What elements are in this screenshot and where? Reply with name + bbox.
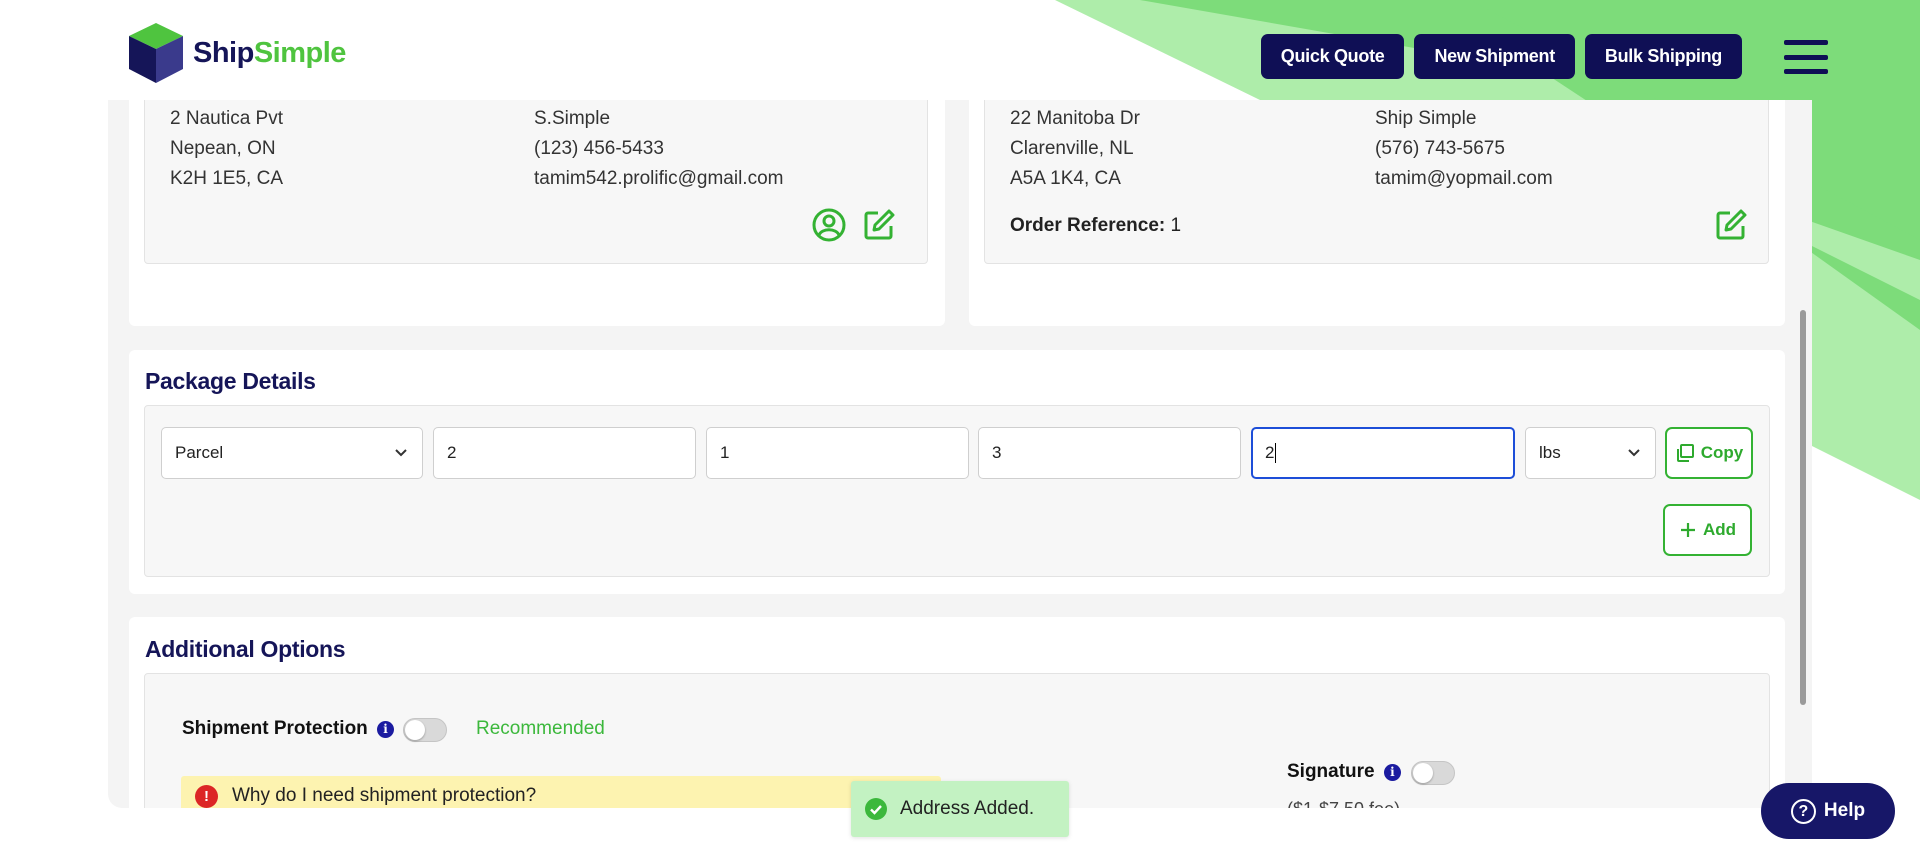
- help-button[interactable]: ? Help: [1761, 783, 1895, 839]
- weight-input[interactable]: 2: [1251, 427, 1515, 479]
- to-address-card: 22 Manitoba Dr Clarenville, NL A5A 1K4, …: [969, 100, 1785, 326]
- top-header: ShipSimple Quick Quote New Shipment Bulk…: [0, 0, 1920, 100]
- from-phone: (123) 456-5433: [534, 138, 664, 159]
- hamburger-menu-icon[interactable]: [1784, 40, 1828, 74]
- plus-icon: [1680, 523, 1695, 537]
- add-package-button[interactable]: Add: [1663, 504, 1752, 556]
- scrollbar[interactable]: [1800, 310, 1806, 705]
- width-input[interactable]: 1: [706, 427, 969, 479]
- from-address-box: 2 Nautica Pvt Nepean, ON K2H 1E5, CA S.S…: [144, 100, 928, 264]
- alert-icon: !: [195, 784, 218, 808]
- to-phone: (576) 743-5675: [1375, 138, 1505, 159]
- from-email: tamim542.prolific@gmail.com: [534, 168, 784, 189]
- copy-package-button[interactable]: Copy: [1665, 427, 1753, 479]
- from-postal: K2H 1E5, CA: [170, 168, 283, 189]
- from-street: 2 Nautica Pvt: [170, 108, 283, 129]
- signature-toggle[interactable]: [1411, 761, 1455, 785]
- chevron-down-icon: [1628, 449, 1640, 457]
- order-reference: Order Reference: 1: [1010, 215, 1181, 237]
- from-contact-lines: S.Simple (123) 456-5433 tamim542.prolifi…: [534, 104, 783, 194]
- additional-options-title: Additional Options: [145, 636, 346, 662]
- to-postal: A5A 1K4, CA: [1010, 168, 1121, 189]
- from-address-card: 2 Nautica Pvt Nepean, ON K2H 1E5, CA S.S…: [129, 100, 945, 326]
- to-email: tamim@yopmail.com: [1375, 168, 1553, 189]
- weight-unit-select[interactable]: lbs: [1525, 427, 1656, 479]
- logo-text: ShipSimple: [193, 36, 346, 69]
- order-reference-label: Order Reference:: [1010, 215, 1166, 236]
- copy-icon: [1676, 444, 1694, 462]
- quick-quote-button[interactable]: Quick Quote: [1260, 34, 1405, 79]
- chevron-down-icon: [395, 449, 407, 457]
- to-city: Clarenville, NL: [1010, 138, 1134, 159]
- protection-warning[interactable]: ! Why do I need shipment protection?: [181, 776, 941, 808]
- from-name: S.Simple: [534, 108, 611, 129]
- order-reference-value: 1: [1170, 215, 1182, 236]
- help-label: Help: [1823, 800, 1866, 821]
- main-panel: 2 Nautica Pvt Nepean, ON K2H 1E5, CA S.S…: [108, 100, 1812, 808]
- package-row-box: Parcel 2 1 3 2 lbs Copy Add: [144, 405, 1770, 577]
- shipment-protection-label: Shipment Protection i: [182, 718, 395, 740]
- protection-warning-text: Why do I need shipment protection?: [232, 785, 537, 806]
- cube-logo-icon: [129, 23, 183, 83]
- info-icon[interactable]: i: [377, 721, 395, 738]
- info-icon[interactable]: i: [1383, 764, 1401, 781]
- height-input[interactable]: 3: [978, 427, 1241, 479]
- edit-from-address-icon[interactable]: [861, 207, 897, 243]
- edit-to-address-icon[interactable]: [1713, 207, 1749, 243]
- signature-label: Signature i: [1287, 761, 1401, 783]
- package-details-card: Package Details Parcel 2 1 3 2 lbs Copy …: [129, 350, 1785, 594]
- user-circle-icon[interactable]: [811, 207, 847, 243]
- package-details-title: Package Details: [145, 368, 316, 394]
- question-circle-icon: ?: [1790, 798, 1816, 824]
- bulk-shipping-button[interactable]: Bulk Shipping: [1584, 34, 1742, 79]
- new-shipment-button[interactable]: New Shipment: [1414, 34, 1575, 79]
- header-nav: Quick Quote New Shipment Bulk Shipping: [1260, 34, 1742, 79]
- toast-message: Address Added.: [900, 798, 1035, 819]
- from-address-lines: 2 Nautica Pvt Nepean, ON K2H 1E5, CA: [170, 104, 283, 194]
- check-circle-icon: [865, 798, 887, 820]
- to-contact-lines: Ship Simple (576) 743-5675 tamim@yopmail…: [1375, 104, 1553, 194]
- shipment-protection-toggle[interactable]: [403, 718, 447, 742]
- to-address-lines: 22 Manitoba Dr Clarenville, NL A5A 1K4, …: [1010, 104, 1140, 194]
- package-type-select[interactable]: Parcel: [161, 427, 423, 479]
- to-street: 22 Manitoba Dr: [1010, 108, 1140, 129]
- recommended-label: Recommended: [476, 718, 605, 739]
- shipsimple-logo[interactable]: ShipSimple: [125, 20, 346, 86]
- to-name: Ship Simple: [1375, 108, 1477, 129]
- signature-fee: ($1-$7.50 fee): [1287, 799, 1400, 808]
- to-address-box: 22 Manitoba Dr Clarenville, NL A5A 1K4, …: [984, 100, 1769, 264]
- from-city: Nepean, ON: [170, 138, 276, 159]
- address-added-toast: Address Added.: [851, 781, 1069, 837]
- length-input[interactable]: 2: [433, 427, 696, 479]
- additional-options-card: Additional Options Shipment Protection i…: [129, 617, 1785, 808]
